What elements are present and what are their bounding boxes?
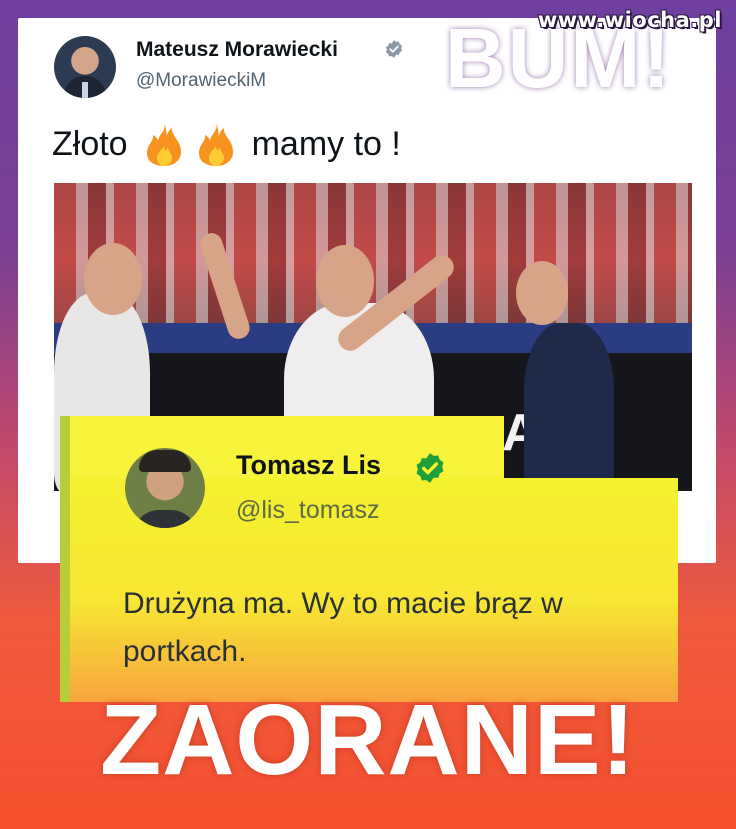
verified-badge-icon [416, 453, 444, 483]
avatar-tie [82, 82, 88, 98]
avatar-shirt [133, 510, 197, 528]
reply-text: Drużyna ma. Wy to macie brąz w portkach. [123, 587, 563, 668]
avatar[interactable] [125, 448, 205, 528]
photo-crowd [54, 183, 692, 323]
player-head [84, 243, 142, 315]
tweet-author-handle[interactable]: @MorawieckiM [136, 70, 266, 92]
fire-icon [146, 123, 181, 166]
verified-badge-icon [386, 40, 402, 58]
fire-emojis [138, 120, 242, 168]
tweet-author-name[interactable]: Mateusz Morawiecki [136, 38, 338, 62]
player-head [316, 245, 374, 317]
avatar-hair [139, 450, 191, 472]
fire-icon [198, 123, 233, 166]
reply-author-handle[interactable]: @lis_tomasz [236, 496, 379, 525]
tweet-text: Złoto mamy to ! [52, 120, 401, 168]
overlay-bottom-text: ZAORANE! [100, 684, 636, 796]
player-head [516, 261, 568, 325]
watermark: www.wiocha.pl [537, 8, 722, 32]
avatar[interactable] [54, 36, 116, 98]
reply-card-stripe [60, 416, 70, 702]
reply-author-name[interactable]: Tomasz Lis [236, 450, 381, 481]
tweet-text-after: mamy to ! [251, 124, 401, 163]
tweet-text-before: Złoto [52, 124, 128, 163]
